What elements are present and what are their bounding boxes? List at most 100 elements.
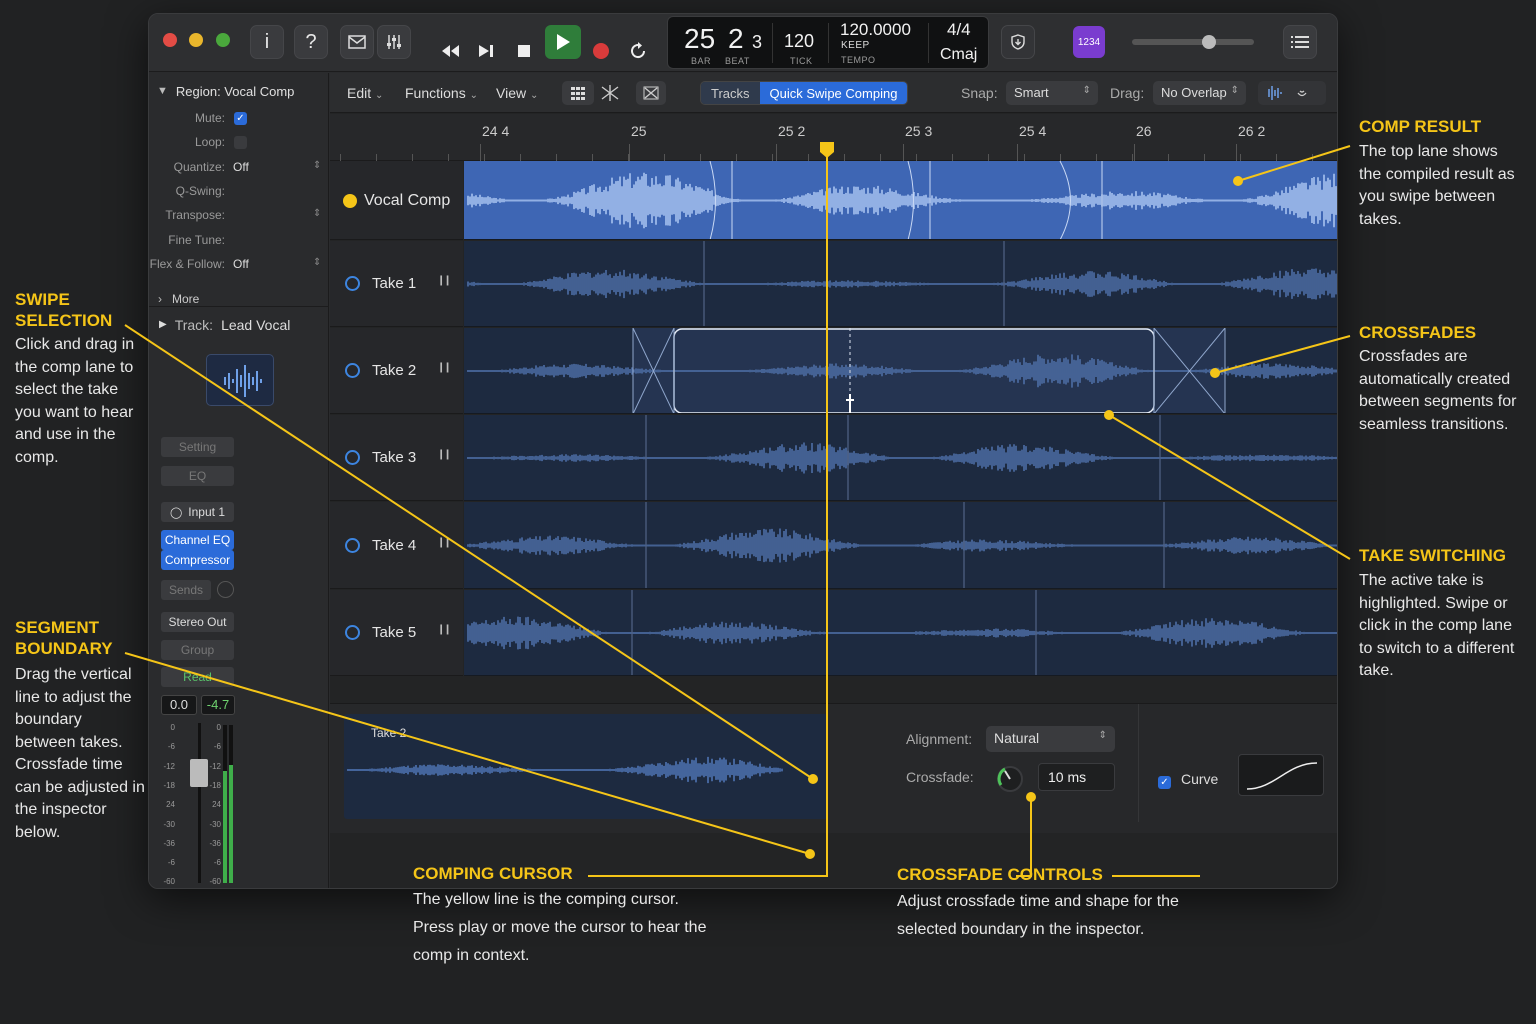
curve-shape-preview[interactable] [1238,754,1324,796]
take-lane[interactable] [464,502,1337,589]
take-select-radio[interactable] [345,450,360,465]
functions-menu[interactable]: Functions ⌄ [405,85,478,101]
comp-active-dot[interactable] [343,193,357,208]
track-icon[interactable] [206,354,274,406]
take-lane-header[interactable]: ❙❙ Take 5 [330,590,463,676]
inspector-row[interactable]: Quantize: Off ⇕ [149,160,329,182]
forward-button[interactable] [473,38,499,64]
mixer-button[interactable] [377,25,411,59]
ruler-minor-tick [412,154,413,161]
take-select-radio[interactable] [345,625,360,640]
take-select-radio[interactable] [345,537,360,553]
waveform-icon[interactable]: ❙❙ [437,449,452,460]
master-volume-slider[interactable] [1132,35,1254,49]
local-toolbar: Edit ⌄ Functions ⌄ View ⌄ Tracks Quick S… [330,73,1337,113]
curve-label: Curve [1181,771,1219,787]
loop-checkbox[interactable] [234,136,247,150]
comp-lane-header[interactable]: Vocal Comp [330,161,463,240]
alignment-select[interactable]: Natural ⇕ [986,726,1115,752]
eq-button[interactable]: EQ [161,466,234,486]
take-lane-header[interactable]: ❙❙ Take 2 [330,328,463,414]
plugin-compressor[interactable]: Compressor [161,550,234,570]
plugin-channel-eq[interactable]: Channel EQ [161,530,234,550]
record-button[interactable] [588,38,614,64]
inspector-row-label: Quantize: [173,159,225,174]
inspector-row[interactable]: Flex & Follow: Off ⇕ [149,257,329,279]
take-select-radio[interactable] [345,363,360,378]
send-knob[interactable] [217,581,234,598]
group-button[interactable]: Group [161,640,234,660]
inspector-row[interactable]: Mute: ✓ [149,111,329,133]
inspector-row[interactable]: Q-Swing: [149,184,329,206]
mute-checkbox[interactable]: ✓ [234,112,247,125]
waveform-icon[interactable]: ❙❙ [437,624,452,635]
waveform-icon[interactable]: ❙❙ [437,275,452,286]
flex-button[interactable] [596,81,624,105]
inspector-row[interactable]: Fine Tune: [149,233,329,255]
help-button[interactable]: ? [294,25,328,59]
curve-checkbox[interactable]: ✓ [1158,772,1171,790]
comp-lanes: Vocal Comp ❙❙ Take 1 ❙❙ Take 2 ❙❙ Take 3 ❙❙ Take… [330,161,1337,689]
take-select-radio[interactable] [345,276,360,291]
play-button[interactable] [545,25,581,59]
notifications-button[interactable] [1001,25,1035,59]
setting-button[interactable]: Setting [161,437,234,457]
zoom-window-button[interactable] [216,33,230,47]
waveform-zoom-controls[interactable] [1258,81,1326,105]
take-lane[interactable] [464,590,1337,676]
count-in-button[interactable]: 1234 [1073,26,1105,58]
sends-button[interactable]: Sends [161,580,211,600]
crossfade-knob[interactable] [995,764,1025,794]
take-lane-header[interactable]: ❙❙ Take 3 [330,415,463,501]
library-button[interactable] [340,25,374,59]
automation-mode-button[interactable]: Read [161,667,234,687]
crossfade-time-field[interactable]: 10 ms [1038,763,1115,791]
region-inspector-header[interactable]: ▼ Region: Vocal Comp [149,73,329,109]
lcd-display[interactable]: 25 2 3 BAR BEAT 120 TICK 120.0000 KEEP T… [667,16,989,69]
lcd-tempo-precise: 120.0000 [840,20,911,39]
inspector-row[interactable]: Transpose: ⇕ [149,208,329,230]
grid-view-button[interactable] [562,81,594,105]
close-window-button[interactable] [163,33,177,47]
updown-icon: ⇕ [1082,85,1091,96]
inspector-row-value[interactable]: Off [233,257,249,271]
comp-lane[interactable] [464,161,1337,240]
tab-quick-swipe-comping[interactable]: Quick Swipe Comping [759,82,908,104]
ruler-minor-tick [880,154,881,161]
track-inspector-header[interactable]: ▶ Track: Lead Vocal [149,306,329,342]
list-editors-button[interactable] [1283,25,1317,59]
waveform-icon[interactable]: ❙❙ [437,537,452,548]
ruler-minor-tick [736,154,737,161]
take-lane-header[interactable]: ❙❙ Take 4 [330,502,463,589]
output-button[interactable]: Stereo Out [161,612,234,632]
inspector-row-value[interactable]: Off [233,160,249,174]
take-lane[interactable] [464,415,1337,501]
drag-select[interactable]: No Overlap ⇕ [1153,81,1246,105]
volume-knob[interactable] [1202,35,1216,49]
fader-handle[interactable] [190,759,208,787]
stop-button[interactable] [511,38,537,64]
inspector-row[interactable]: Loop: [149,135,329,157]
edit-menu[interactable]: Edit ⌄ [347,85,383,101]
ruler-minor-tick [1024,154,1025,161]
take-lane-header[interactable]: ❙❙ Take 1 [330,241,463,327]
rewind-button[interactable] [437,38,463,64]
waveform-icon[interactable]: ❙❙ [437,362,452,373]
lcd-bar-label: BAR [691,56,712,66]
minimize-window-button[interactable] [189,33,203,47]
take-lane[interactable] [464,241,1337,327]
cycle-button[interactable] [625,38,651,64]
info-button[interactable]: i [250,25,284,59]
snap-select[interactable]: Smart ⇕ [1006,81,1098,105]
catch-button[interactable] [636,81,666,105]
alignment-label: Alignment: [906,731,973,747]
view-menu[interactable]: View ⌄ [496,85,538,101]
take-lane[interactable] [464,328,1337,414]
timeline-ruler[interactable]: 24 4 25 25 2 25 3 25 4 26 26 2 [330,114,1337,161]
level-value[interactable]: -4.7 [201,695,235,715]
take-switching-title: TAKE SWITCHING [1359,546,1507,565]
pan-value[interactable]: 0.0 [161,695,197,715]
tab-tracks[interactable]: Tracks [701,82,760,104]
knob-icon [997,766,1023,792]
input-button[interactable]: ◯ Input 1 [161,502,234,522]
